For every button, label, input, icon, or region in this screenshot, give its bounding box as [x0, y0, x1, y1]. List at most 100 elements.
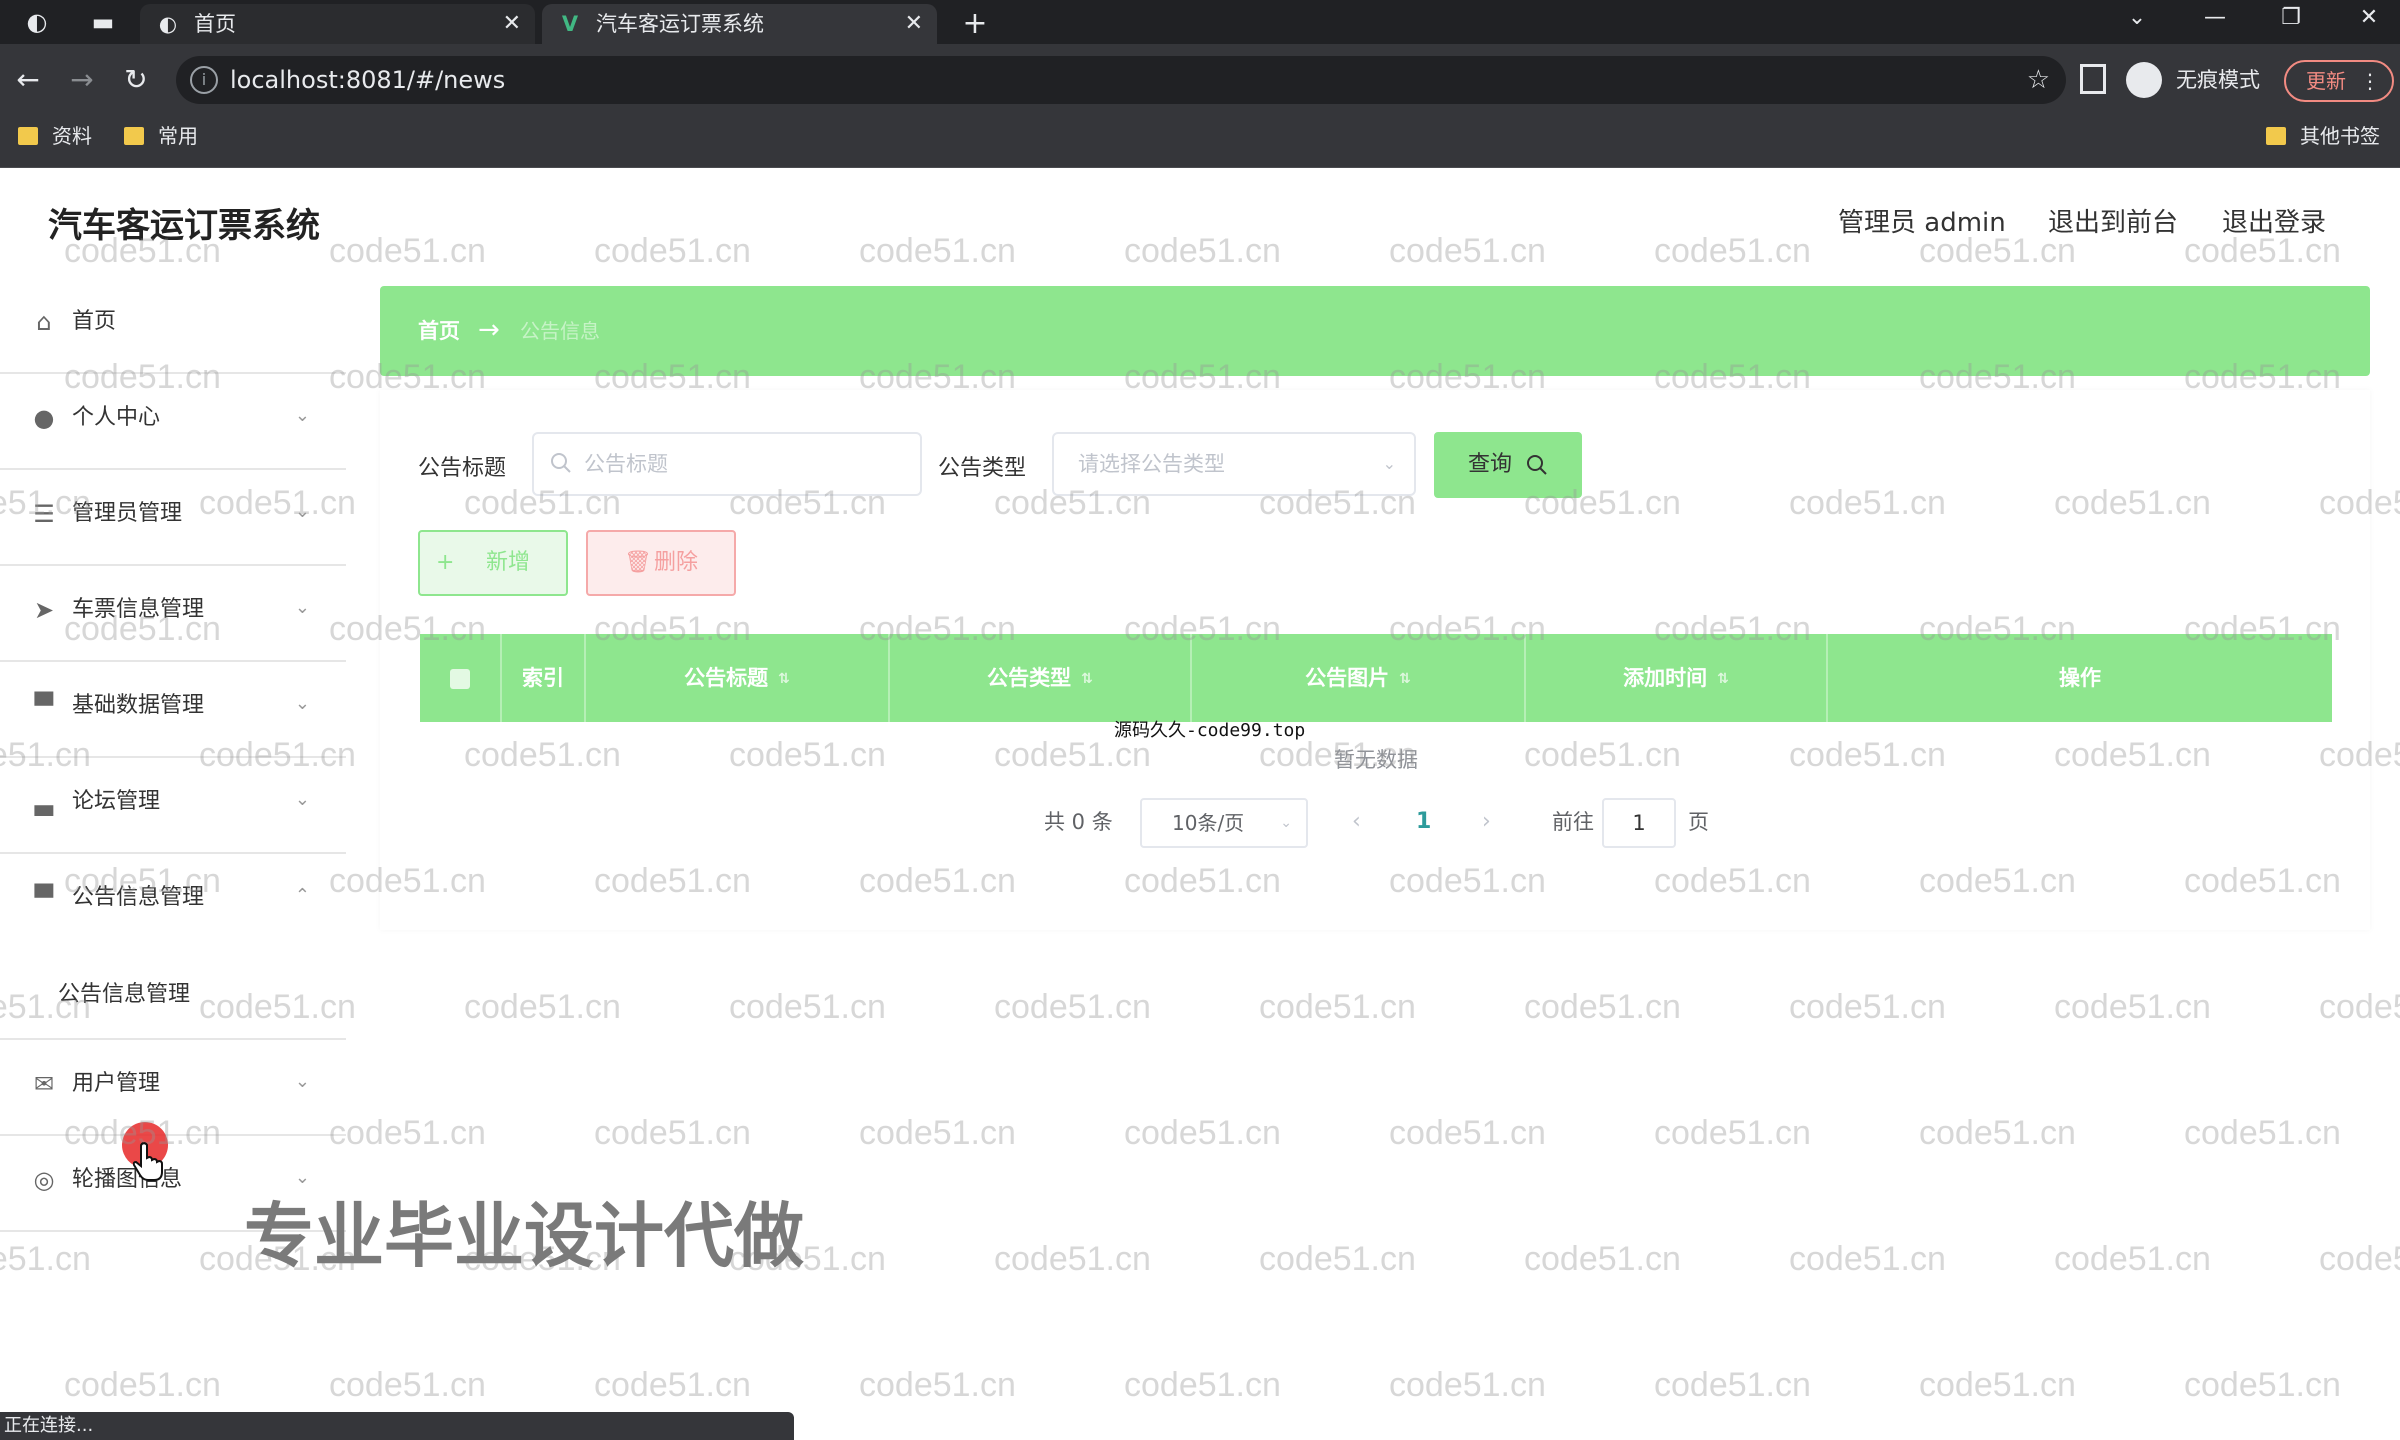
front-link[interactable]: 退出到前台: [2048, 202, 2178, 239]
ad-overlay-text: 专业毕业设计代做: [244, 1195, 804, 1277]
chevron-down-icon: ⌄: [294, 789, 310, 810]
sort-icon[interactable]: ⇅: [1081, 635, 1093, 723]
watermark-text: code51.cn: [1789, 988, 1946, 1026]
incognito-icon[interactable]: [2126, 62, 2162, 98]
close-window-icon[interactable]: ✕: [2346, 0, 2392, 40]
logout-link[interactable]: 退出登录: [2222, 202, 2326, 239]
add-button[interactable]: + 新增: [418, 530, 568, 596]
browser-tab-home[interactable]: ◐ 首页 ✕: [140, 4, 535, 44]
trash-icon: 🗑: [624, 550, 652, 575]
other-bookmarks[interactable]: 其他书签: [2266, 118, 2380, 154]
page-size-select[interactable]: 10条/页 ⌄: [1140, 798, 1308, 848]
delete-button-label: 删除: [654, 550, 699, 575]
column-header-image[interactable]: 公告图片 ⇅: [1192, 634, 1526, 722]
chevron-down-icon: ⌄: [294, 405, 310, 426]
sidebar-item-label: 基础数据管理: [72, 693, 205, 718]
browser-status-bar: 正在连接...: [0, 1412, 794, 1440]
breadcrumb-arrow-icon: →: [478, 315, 500, 345]
update-button[interactable]: 更新 ⋮: [2284, 60, 2394, 102]
sort-icon[interactable]: ⇅: [1399, 635, 1411, 723]
breadcrumb-home[interactable]: 首页: [418, 286, 460, 376]
sidebar-item-admins[interactable]: ☰ 管理员管理 ⌄: [0, 470, 346, 566]
hand-cursor-icon: [133, 1142, 163, 1181]
folder-icon: [18, 127, 38, 145]
side-panel-icon[interactable]: [2080, 64, 2106, 94]
type-select[interactable]: 请选择公告类型 ⌄: [1052, 432, 1416, 496]
goto-label: 前往: [1552, 810, 1594, 834]
bookmark-folder-changyong[interactable]: 常用: [124, 118, 198, 154]
chevron-down-icon: ⌄: [294, 597, 310, 618]
pagination: 共 0 条 10条/页 ⌄ ‹ 1 › 前往 1 页: [380, 792, 2370, 852]
column-header-title[interactable]: 公告标题 ⇅: [586, 634, 890, 722]
watermark-text: code51.cn: [729, 988, 886, 1026]
browser-tab-app[interactable]: V 汽车客运订票系统 ✕: [542, 4, 937, 44]
column-header-type[interactable]: 公告类型 ⇅: [890, 634, 1192, 722]
current-page-number[interactable]: 1: [1416, 792, 1431, 852]
watermark-text: code51.cn: [1389, 1114, 1546, 1152]
watermark-text: code51.cn: [1919, 1114, 2076, 1152]
sort-icon[interactable]: ⇅: [778, 635, 790, 723]
sidebar-item-label: 首页: [72, 309, 117, 334]
sidebar-item-notices[interactable]: ▀ 公告信息管理 ⌃: [0, 854, 346, 950]
sort-icon[interactable]: ⇅: [1717, 635, 1729, 723]
tab-search-icon[interactable]: ▬: [86, 6, 120, 38]
sidebar-item-home[interactable]: ⌂ 首页: [0, 278, 346, 374]
tab-title: 首页: [194, 12, 236, 36]
next-page-icon[interactable]: ›: [1482, 792, 1491, 852]
sidebar-item-forum[interactable]: ▃ 论坛管理 ⌄: [0, 758, 346, 854]
watermark-text: code51.cn: [2319, 1240, 2400, 1278]
sidebar-item-tickets[interactable]: ➤ 车票信息管理 ⌄: [0, 566, 346, 662]
bookmark-star-icon[interactable]: ☆: [2027, 56, 2050, 104]
watermark-text: code51.cn: [594, 1114, 751, 1152]
close-tab-icon[interactable]: ✕: [905, 4, 923, 44]
bookmark-folder-ziliao[interactable]: 资料: [18, 118, 92, 154]
watermark-text: code51.cn: [2184, 1366, 2341, 1404]
browser-profile-icon[interactable]: ◐: [20, 6, 54, 38]
goto-page-input[interactable]: 1: [1602, 798, 1676, 848]
forward-icon[interactable]: →: [62, 60, 102, 100]
empty-table-text: 暂无数据: [1334, 748, 1418, 772]
address-bar[interactable]: i localhost:8081/#/news ☆: [176, 56, 2066, 104]
sidebar-item-label: 管理员管理: [72, 501, 183, 526]
page-size-value: 10条/页: [1172, 811, 1245, 835]
sidebar-item-basic-data[interactable]: ▀ 基础数据管理 ⌄: [0, 662, 346, 758]
watermark-text: code51.cn: [1259, 988, 1416, 1026]
menu-dots-icon[interactable]: ⋮: [2360, 62, 2380, 100]
new-tab-button[interactable]: +: [955, 4, 995, 44]
watermark-text: code51.cn: [1919, 1366, 2076, 1404]
globe-icon: ◐: [158, 12, 178, 36]
restore-icon[interactable]: ❐: [2268, 0, 2314, 40]
delete-button[interactable]: 🗑 删除: [586, 530, 736, 596]
select-all-checkbox[interactable]: [420, 634, 502, 722]
column-header-index: 索引: [502, 634, 586, 722]
briefcase-icon: ▃: [34, 788, 54, 816]
watermark-text: code51.cn: [2054, 988, 2211, 1026]
query-button[interactable]: 查询: [1434, 432, 1582, 498]
back-icon[interactable]: ←: [8, 60, 48, 100]
search-icon: [551, 453, 571, 473]
vue-logo-icon: V: [561, 12, 579, 36]
sidebar-item-profile[interactable]: ● 个人中心 ⌄: [0, 374, 346, 470]
tab-list-chevron-icon[interactable]: ⌄: [2114, 0, 2160, 40]
watermark-text: code51.cn: [1789, 1240, 1946, 1278]
app-title: 汽车客运订票系统: [48, 206, 320, 246]
total-count: 共 0 条: [1044, 810, 1113, 834]
column-header-actions: 操作: [2059, 666, 2101, 690]
chevron-down-icon: ⌄: [294, 693, 310, 714]
prev-page-icon[interactable]: ‹: [1352, 792, 1361, 852]
column-header-added-time[interactable]: 添加时间 ⇅: [1526, 634, 1828, 722]
sidebar-item-label: 公告信息管理: [72, 885, 205, 910]
sidebar-item-label: 论坛管理: [72, 789, 161, 814]
list-icon: ☰: [33, 500, 55, 528]
title-search-input[interactable]: 公告标题: [532, 432, 922, 496]
chevron-down-icon: ⌄: [294, 1071, 310, 1092]
sidebar-subitem-notices[interactable]: 公告信息管理: [0, 950, 346, 1040]
minimize-icon[interactable]: —: [2192, 0, 2238, 40]
site-info-icon[interactable]: i: [190, 66, 218, 94]
watermark-text: code51.cn: [859, 1114, 1016, 1152]
reload-icon[interactable]: ↻: [116, 60, 156, 100]
watermark-text: code51.cn: [329, 1366, 486, 1404]
sidebar-item-users[interactable]: ✉ 用户管理 ⌄: [0, 1040, 346, 1136]
close-tab-icon[interactable]: ✕: [503, 4, 521, 44]
url-text[interactable]: localhost:8081/#/news: [230, 56, 505, 104]
